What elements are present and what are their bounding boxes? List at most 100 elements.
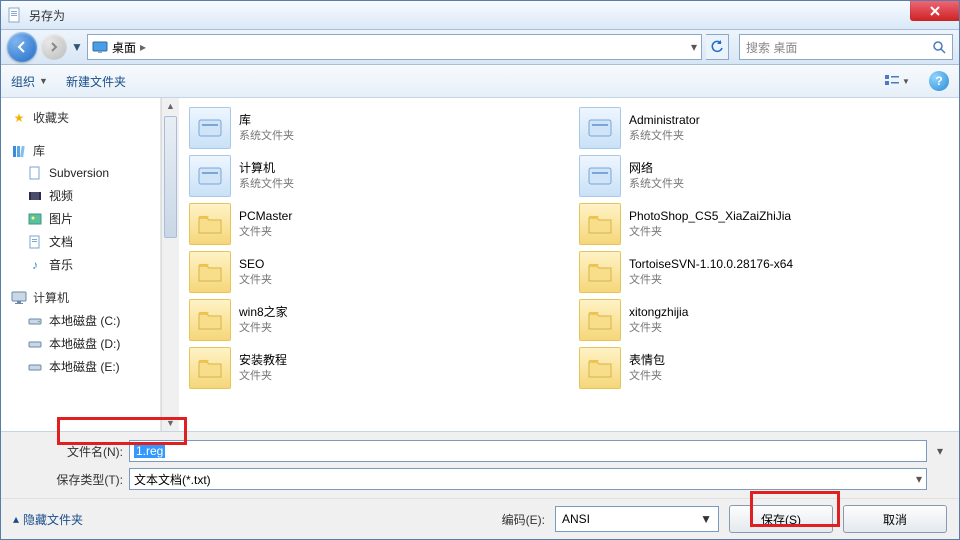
item-subtype: 文件夹	[239, 321, 288, 335]
toolbar: 组织 ▼ 新建文件夹 ▼ ?	[1, 65, 959, 98]
item-name: win8之家	[239, 305, 288, 321]
disk-icon	[27, 359, 43, 375]
item-name: PCMaster	[239, 209, 292, 225]
back-button[interactable]	[7, 32, 37, 62]
filename-label: 文件名(N):	[13, 443, 123, 460]
list-item[interactable]: win8之家文件夹	[179, 296, 569, 344]
system-folder-icon	[579, 155, 621, 197]
item-subtype: 系统文件夹	[629, 129, 700, 143]
document-icon	[27, 234, 43, 250]
breadcrumb[interactable]: 桌面 ▸	[92, 39, 146, 56]
close-button[interactable]	[910, 1, 959, 21]
file-list[interactable]: 库系统文件夹计算机系统文件夹PCMaster文件夹SEO文件夹win8之家文件夹…	[179, 98, 959, 431]
sidebar-scrollbar[interactable]: ▲ ▼	[161, 98, 179, 431]
item-subtype: 系统文件夹	[629, 177, 684, 191]
new-folder-button[interactable]: 新建文件夹	[66, 73, 126, 90]
sidebar-drive-d[interactable]: 本地磁盘 (D:)	[5, 332, 156, 355]
disk-icon	[27, 313, 43, 329]
cancel-button[interactable]: 取消	[843, 505, 947, 533]
nav-bar: ▼ 桌面 ▸ ▾ 搜索 桌面	[1, 30, 959, 65]
item-name: TortoiseSVN-1.10.0.28176-x64	[629, 257, 793, 273]
folder-icon	[189, 203, 231, 245]
folder-icon	[579, 299, 621, 341]
sidebar-libraries[interactable]: 库	[5, 139, 156, 162]
sidebar-item-documents[interactable]: 文档	[5, 230, 156, 253]
list-item[interactable]: 网络系统文件夹	[569, 152, 959, 200]
folder-icon	[189, 347, 231, 389]
hide-folders-button[interactable]: ▴ 隐藏文件夹	[13, 511, 83, 528]
history-dropdown[interactable]: ▼	[71, 34, 83, 60]
view-mode-button[interactable]: ▼	[883, 69, 911, 93]
star-icon: ★	[11, 110, 27, 126]
breadcrumb-label: 桌面	[112, 39, 136, 56]
item-subtype: 文件夹	[629, 369, 665, 383]
list-item[interactable]: TortoiseSVN-1.10.0.28176-x64文件夹	[569, 248, 959, 296]
item-subtype: 系统文件夹	[239, 177, 294, 191]
save-button[interactable]: 保存(S)	[729, 505, 833, 533]
sidebar-drive-c[interactable]: 本地磁盘 (C:)	[5, 309, 156, 332]
item-subtype: 文件夹	[629, 225, 791, 239]
scroll-down-icon[interactable]: ▼	[164, 415, 177, 431]
encoding-combo[interactable]: ANSI ▼	[555, 506, 719, 532]
list-item[interactable]: SEO文件夹	[179, 248, 569, 296]
list-item[interactable]: PCMaster文件夹	[179, 200, 569, 248]
address-dropdown[interactable]: ▾	[691, 40, 697, 54]
system-folder-icon	[189, 107, 231, 149]
list-item[interactable]: 库系统文件夹	[179, 104, 569, 152]
sidebar-drive-e[interactable]: 本地磁盘 (E:)	[5, 355, 156, 378]
scroll-up-icon[interactable]: ▲	[164, 98, 177, 114]
list-item[interactable]: xitongzhijia文件夹	[569, 296, 959, 344]
folder-icon	[189, 299, 231, 341]
forward-button[interactable]	[41, 34, 67, 60]
dialog-footer: ▴ 隐藏文件夹 编码(E): ANSI ▼ 保存(S) 取消	[1, 498, 959, 539]
chevron-up-icon: ▴	[13, 512, 19, 526]
item-subtype: 文件夹	[239, 369, 287, 383]
folder-icon	[579, 251, 621, 293]
save-as-dialog: 另存为 ▼ 桌面 ▸ ▾ 搜索	[0, 0, 960, 540]
sidebar-item-pictures[interactable]: 图片	[5, 207, 156, 230]
chevron-right-icon[interactable]: ▸	[140, 40, 146, 54]
list-item[interactable]: Administrator系统文件夹	[569, 104, 959, 152]
chevron-down-icon: ▼	[39, 76, 48, 86]
filename-input[interactable]: 1.reg	[129, 440, 927, 462]
address-bar[interactable]: 桌面 ▸ ▾	[87, 34, 702, 60]
item-subtype: 文件夹	[239, 225, 292, 239]
item-subtype: 文件夹	[239, 273, 272, 287]
encoding-label: 编码(E):	[502, 511, 545, 528]
picture-icon	[27, 211, 43, 227]
chevron-down-icon: ▼	[700, 512, 712, 526]
scroll-thumb[interactable]	[164, 116, 177, 238]
organize-button[interactable]: 组织 ▼	[11, 73, 48, 90]
disk-icon	[27, 336, 43, 352]
computer-icon	[11, 290, 27, 306]
sidebar-item-music[interactable]: ♪音乐	[5, 253, 156, 276]
item-name: 库	[239, 113, 294, 129]
app-icon	[7, 7, 23, 23]
help-button[interactable]: ?	[929, 71, 949, 91]
file-browser: ★ 收藏夹 库 Subversion 视频 图片 文档 ♪音乐	[1, 98, 959, 431]
list-item[interactable]: 表情包文件夹	[569, 344, 959, 392]
refresh-button[interactable]	[706, 34, 729, 60]
desktop-icon	[92, 39, 108, 55]
search-input[interactable]: 搜索 桌面	[739, 34, 953, 60]
filename-dropdown[interactable]: ▾	[933, 444, 947, 458]
sidebar-item-videos[interactable]: 视频	[5, 184, 156, 207]
sidebar-favorites[interactable]: ★ 收藏夹	[5, 106, 156, 129]
sidebar-item-subversion[interactable]: Subversion	[5, 162, 156, 184]
item-name: 表情包	[629, 353, 665, 369]
item-name: 网络	[629, 161, 684, 177]
item-name: PhotoShop_CS5_XiaZaiZhiJia	[629, 209, 791, 225]
item-name: 安装教程	[239, 353, 287, 369]
sidebar-computer[interactable]: 计算机	[5, 286, 156, 309]
filetype-combo[interactable]: 文本文档(*.txt) ▾	[129, 468, 927, 490]
search-placeholder: 搜索 桌面	[746, 39, 797, 56]
window-title: 另存为	[29, 7, 959, 24]
list-item[interactable]: 计算机系统文件夹	[179, 152, 569, 200]
item-name: Administrator	[629, 113, 700, 129]
system-folder-icon	[579, 107, 621, 149]
search-icon	[932, 40, 946, 54]
list-item[interactable]: 安装教程文件夹	[179, 344, 569, 392]
list-item[interactable]: PhotoShop_CS5_XiaZaiZhiJia文件夹	[569, 200, 959, 248]
video-icon	[27, 188, 43, 204]
item-subtype: 系统文件夹	[239, 129, 294, 143]
